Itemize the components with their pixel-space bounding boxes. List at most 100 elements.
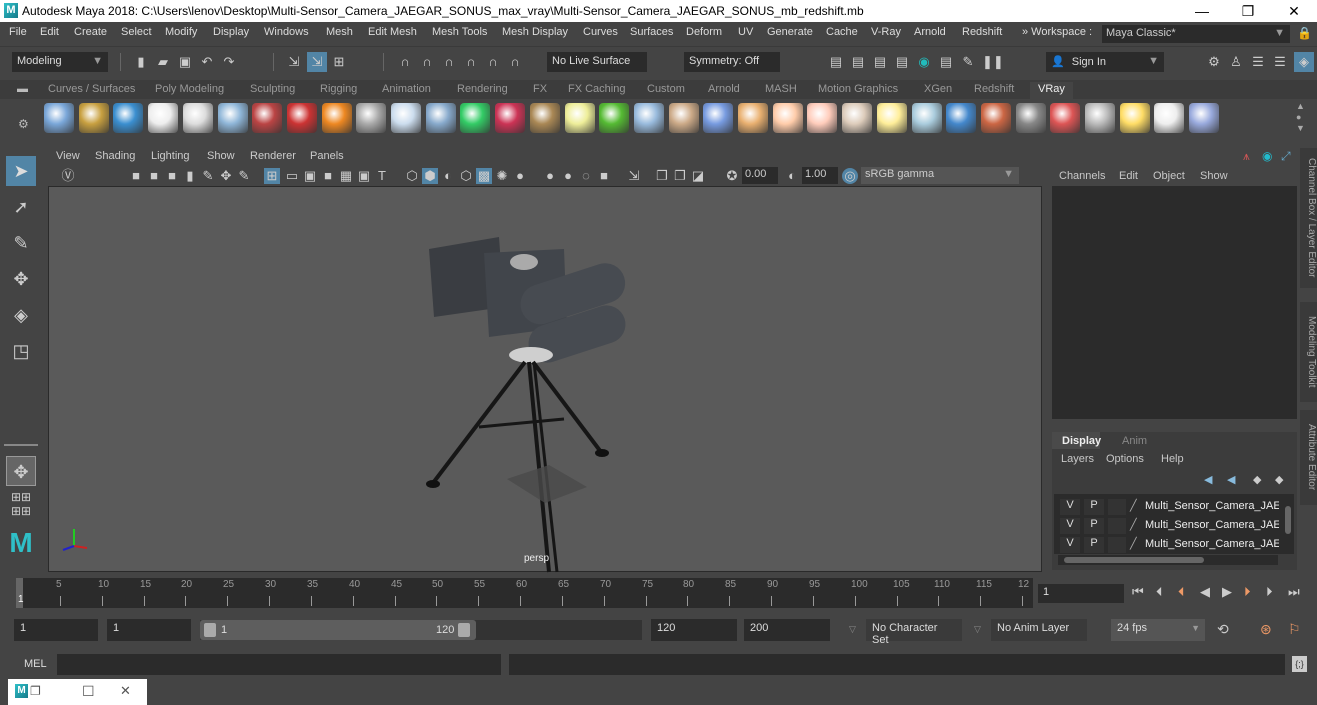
- menu-edit-mesh[interactable]: Edit Mesh: [368, 26, 417, 38]
- playback-start-field[interactable]: 1: [107, 619, 191, 641]
- modeling-toolkit-icon[interactable]: ⚙: [1206, 54, 1222, 70]
- loop-icon[interactable]: ⟲: [1217, 621, 1229, 638]
- shelf-scroll[interactable]: ▲ ● ▼: [1296, 101, 1305, 134]
- shelf-tab-fx-caching[interactable]: FX Caching: [568, 82, 625, 99]
- gamma-field[interactable]: 1.00: [802, 167, 838, 184]
- camera-attributes-icon[interactable]: ■: [164, 168, 180, 184]
- go-to-start-icon[interactable]: ⏮: [1132, 584, 1144, 600]
- auto-key-icon[interactable]: ⊛: [1260, 621, 1272, 638]
- render-settings-icon[interactable]: ▤: [894, 54, 910, 70]
- end-time-field[interactable]: 200: [744, 619, 830, 641]
- attribute-editor-icon[interactable]: ☰: [1250, 54, 1266, 70]
- layer-menu-layers[interactable]: Layers: [1061, 453, 1094, 465]
- scale-tool-icon[interactable]: ◳: [6, 336, 36, 366]
- textured-icon[interactable]: ▩: [476, 168, 492, 184]
- layer-menu-options[interactable]: Options: [1106, 453, 1144, 465]
- save-scene-icon[interactable]: ▣: [177, 54, 193, 70]
- motion-blur-icon[interactable]: ●: [560, 168, 576, 184]
- channel-box-icon[interactable]: ◈: [1294, 52, 1314, 72]
- layer-type-toggle[interactable]: [1108, 518, 1126, 534]
- render-setup-icon[interactable]: ▤: [938, 54, 954, 70]
- light-editor-icon[interactable]: ✎: [960, 54, 976, 70]
- use-all-lights-icon[interactable]: ✺: [494, 168, 510, 184]
- vray-dome-icon[interactable]: [564, 103, 595, 133]
- vray-curve-icon[interactable]: [668, 103, 699, 133]
- bookmark-icon[interactable]: ▮: [182, 168, 198, 184]
- resolution-gate-icon[interactable]: ▣: [302, 168, 318, 184]
- play-forwards-icon[interactable]: ▶: [1222, 584, 1232, 600]
- range-start-handle[interactable]: [204, 623, 216, 637]
- menu-curves[interactable]: Curves: [583, 26, 618, 38]
- menu-modify[interactable]: Modify: [165, 26, 197, 38]
- safe-title-icon[interactable]: T: [374, 168, 390, 184]
- vray-mtl-split-icon[interactable]: [980, 103, 1011, 133]
- undo-icon[interactable]: ↶: [199, 54, 215, 70]
- move-layer-down-icon[interactable]: ◀: [1227, 473, 1235, 486]
- mini-close-button[interactable]: ✕: [120, 683, 131, 699]
- shelf-tab-rigging[interactable]: Rigging: [320, 82, 357, 99]
- shelf-menu-icon[interactable]: ▬: [17, 83, 28, 95]
- new-layer-selected-icon[interactable]: ◆: [1275, 473, 1283, 486]
- vray-list-icon[interactable]: [113, 103, 144, 133]
- new-scene-icon[interactable]: ▮: [133, 54, 149, 70]
- lasso-tool-icon[interactable]: ➚: [6, 192, 36, 222]
- sign-in-dropdown[interactable]: 👤 Sign In ▼: [1046, 52, 1164, 72]
- paint-select-tool-icon[interactable]: ✎: [6, 228, 36, 258]
- layer-color-swatch[interactable]: ╱: [1130, 499, 1137, 512]
- layer-playback-toggle[interactable]: P: [1084, 499, 1104, 515]
- step-back-key-icon[interactable]: ⏴: [1178, 584, 1185, 600]
- fps-dropdown[interactable]: 24 fps ▼: [1111, 619, 1205, 641]
- menu-mesh-display[interactable]: Mesh Display: [502, 26, 568, 38]
- vray-sun-icon[interactable]: [876, 103, 907, 133]
- wireframe-on-shaded-icon[interactable]: ⬡: [458, 168, 474, 184]
- menu-redshift[interactable]: Redshift: [962, 26, 1002, 38]
- shelf-tab-vray[interactable]: VRay: [1030, 82, 1073, 99]
- image-plane-icon[interactable]: ✎: [200, 168, 216, 184]
- command-language-label[interactable]: MEL: [24, 658, 47, 670]
- field-chart-icon[interactable]: ▦: [338, 168, 354, 184]
- vray-cloud-icon[interactable]: [1154, 103, 1185, 133]
- move-layer-up-icon[interactable]: ◀: [1204, 473, 1212, 486]
- current-frame-field[interactable]: 1: [1038, 584, 1124, 603]
- shelf-tab-redshift[interactable]: Redshift: [974, 82, 1014, 99]
- grid-icon[interactable]: ⊞: [264, 168, 280, 184]
- layer-playback-toggle[interactable]: P: [1084, 518, 1104, 534]
- vray-plane-icon[interactable]: [911, 103, 942, 133]
- step-forward-frame-icon[interactable]: ⏵: [1266, 584, 1273, 600]
- move-tool-icon[interactable]: ✥: [6, 264, 36, 294]
- menu-create[interactable]: Create: [74, 26, 107, 38]
- panel-menu-shading[interactable]: Shading: [95, 150, 135, 162]
- layer-name[interactable]: Multi_Sensor_Camera_JAEGA: [1145, 519, 1279, 531]
- safe-action-icon[interactable]: ▣: [356, 168, 372, 184]
- menu-mesh[interactable]: Mesh: [326, 26, 353, 38]
- vray-help-icon[interactable]: [1189, 103, 1220, 133]
- select-by-object-icon[interactable]: ⇲: [307, 52, 327, 72]
- shelf-tab-sculpting[interactable]: Sculpting: [250, 82, 295, 99]
- vray-save-icon[interactable]: [44, 103, 74, 133]
- human-ik-icon[interactable]: ♙: [1228, 54, 1244, 70]
- shadows-icon[interactable]: ●: [512, 168, 528, 184]
- exposure-field[interactable]: 0.00: [742, 167, 778, 184]
- select-tool-icon[interactable]: ➤: [6, 156, 36, 186]
- channel-box-toggle-icon[interactable]: ⩚: [1243, 149, 1250, 164]
- layer-row[interactable]: VP ╱ Multi_Sensor_Camera_JAEGA: [1056, 536, 1281, 554]
- layer-type-toggle[interactable]: [1108, 537, 1126, 553]
- snap-view-plane-icon[interactable]: ∩: [463, 54, 479, 70]
- select-by-component-icon[interactable]: ⊞: [331, 54, 347, 70]
- snap-vertex-icon[interactable]: ∩: [507, 54, 523, 70]
- menu-cache[interactable]: Cache: [826, 26, 858, 38]
- menu-arnold[interactable]: Arnold: [914, 26, 946, 38]
- xray-active-icon[interactable]: ❐: [672, 168, 688, 184]
- menu-generate[interactable]: Generate: [767, 26, 813, 38]
- vray-box-icon[interactable]: [391, 103, 421, 133]
- ipr-render-icon[interactable]: ▤: [872, 54, 888, 70]
- screen-space-ao-icon[interactable]: ●: [542, 168, 558, 184]
- panel-menu-panels[interactable]: Panels: [310, 150, 344, 162]
- four-view-layout-icon[interactable]: ⊞⊞ ⊞⊞: [6, 490, 36, 520]
- shelf-tab-fx[interactable]: FX: [533, 82, 547, 99]
- anti-aliasing-icon[interactable]: ◌: [578, 168, 594, 184]
- vray-settings-icon[interactable]: [1085, 103, 1115, 133]
- layer-hscroll-thumb[interactable]: [1064, 557, 1204, 563]
- panel-menu-view[interactable]: View: [56, 150, 80, 162]
- layer-vscroll-thumb[interactable]: [1285, 506, 1291, 534]
